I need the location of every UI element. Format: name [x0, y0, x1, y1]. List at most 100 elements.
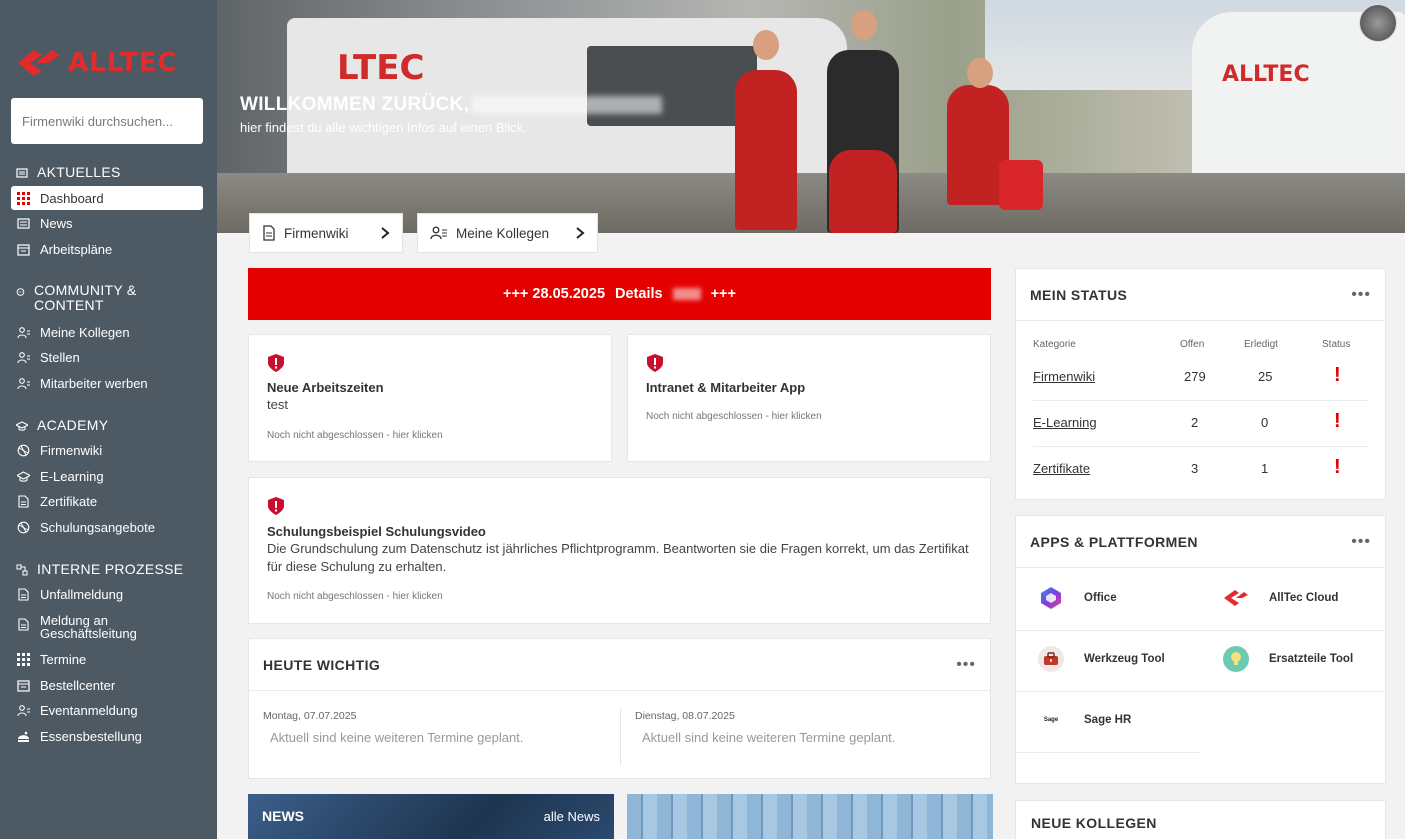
more-options-icon[interactable]: ••• — [956, 656, 976, 674]
task-status-link[interactable]: Noch nicht abgeschlossen - hier klicken — [267, 591, 443, 602]
task-description: Die Grundschulung zum Datenschutz ist jä… — [267, 541, 969, 574]
welcome-title: WILLKOMMEN ZURÜCK, — [240, 94, 470, 115]
users-icon — [17, 326, 30, 338]
task-card[interactable]: Schulungsbeispiel Schulungsvideo Die Gru… — [248, 477, 991, 624]
section-title: INTERNE PROZESSE — [37, 561, 184, 577]
sidebar-item-label: Meine Kollegen — [40, 324, 130, 340]
grid-icon — [17, 652, 30, 666]
meine-kollegen-button[interactable]: Meine Kollegen — [417, 213, 598, 253]
graduation-icon — [16, 421, 28, 431]
col-header-status: Status — [1322, 339, 1351, 350]
hero-person — [829, 150, 897, 233]
chevron-right-icon — [576, 227, 585, 239]
section-academy: ACADEMY — [16, 417, 108, 433]
lightbulb-icon — [1223, 646, 1249, 672]
users-icon — [17, 704, 30, 716]
sidebar-item-firmenwiki[interactable]: Firmenwiki — [11, 438, 203, 462]
status-link-e-learning[interactable]: E-Learning — [1033, 415, 1097, 430]
sage-icon: Sage — [1038, 707, 1064, 733]
announcement-banner[interactable]: +++ 28.05.2025 Details +++ — [248, 268, 991, 320]
globe-icon — [17, 444, 30, 456]
task-description: test — [267, 397, 288, 412]
sidebar-item-mitarbeiter-werben[interactable]: Mitarbeiter werben — [11, 371, 203, 395]
sidebar-item-bestellcenter[interactable]: Bestellcenter — [11, 673, 203, 697]
card-header: MEIN STATUS ••• — [1016, 269, 1385, 321]
newspaper-icon — [16, 168, 28, 178]
alltec-logo[interactable]: ALLTEC — [16, 46, 178, 80]
day-message: Aktuell sind keine weiteren Termine gepl… — [642, 730, 896, 745]
calendar-icon — [17, 679, 30, 692]
app-label: Ersatzteile Tool — [1269, 653, 1354, 665]
food-icon — [18, 731, 29, 742]
task-card[interactable]: Intranet & Mitarbeiter App Noch nicht ab… — [627, 334, 991, 462]
firmenwiki-button[interactable]: Firmenwiki — [249, 213, 403, 253]
col-header-kategorie: Kategorie — [1033, 339, 1076, 350]
warning-shield-icon — [268, 354, 284, 372]
status-alert-icon: ! — [1334, 456, 1341, 478]
sidebar-item-dashboard[interactable]: Dashboard — [11, 186, 203, 210]
sidebar-item-news[interactable]: News — [11, 211, 203, 235]
alltec-logo-icon — [18, 50, 60, 76]
sidebar-item-label: Arbeitspläne — [40, 241, 113, 257]
hero-toolbox — [999, 160, 1043, 210]
announcement-details: Details — [615, 286, 663, 302]
mein-status-card: MEIN STATUS ••• Kategorie Offen Erledigt… — [1015, 268, 1386, 500]
sidebar-item-meldung-geschaeftsleitung[interactable]: Meldung an Geschäftsleitung — [11, 613, 203, 645]
more-options-icon[interactable]: ••• — [1351, 533, 1371, 551]
app-ersatzteile-tool[interactable]: Ersatzteile Tool — [1223, 646, 1353, 672]
sidebar-item-label: Eventanmeldung — [40, 702, 138, 718]
app-divider — [1016, 630, 1387, 631]
sidebar: ALLTEC AKTUELLES Dashboard News Arbeitsp… — [0, 0, 217, 839]
sidebar-item-stellen[interactable]: Stellen — [11, 345, 203, 369]
sidebar-item-label: Firmenwiki — [40, 442, 103, 458]
card-header: HEUTE WICHTIG ••• — [249, 639, 990, 691]
sidebar-item-schulungsangebote[interactable]: Schulungsangebote — [11, 515, 203, 539]
app-label: Sage HR — [1084, 714, 1132, 726]
hero-person — [735, 70, 797, 230]
status-link-firmenwiki[interactable]: Firmenwiki — [1033, 369, 1095, 384]
section-title: ACADEMY — [37, 417, 109, 433]
sidebar-item-label: Essensbestellung — [40, 728, 142, 744]
all-news-link[interactable]: alle News — [544, 809, 600, 824]
sidebar-item-label: E-Learning — [40, 468, 104, 484]
users-icon — [17, 377, 30, 389]
app-werkzeug-tool[interactable]: Werkzeug Tool — [1038, 646, 1165, 672]
app-sage-hr[interactable]: Sage Sage HR — [1038, 707, 1131, 733]
section-interne-prozesse: INTERNE PROZESSE — [16, 561, 183, 577]
card-title: HEUTE WICHTIG — [263, 656, 381, 673]
status-link-zertifikate[interactable]: Zertifikate — [1033, 461, 1090, 476]
hero-banner: LTEC ALLTEC WILLKOMMEN ZURÜCK, hier find… — [217, 0, 1405, 233]
card-header: APPS & PLATTFORMEN ••• — [1016, 516, 1385, 568]
search-input[interactable] — [11, 98, 203, 144]
row-divider — [1033, 400, 1369, 401]
news-image[interactable]: NEWS alle News — [248, 794, 614, 839]
status-offen: 279 — [1184, 369, 1206, 384]
sidebar-item-eventanmeldung[interactable]: Eventanmeldung — [11, 698, 203, 722]
sidebar-item-unfallmeldung[interactable]: Unfallmeldung — [11, 582, 203, 606]
announcement-end: +++ — [710, 286, 736, 302]
more-options-icon[interactable]: ••• — [1351, 286, 1371, 304]
document-icon — [18, 618, 29, 631]
app-divider — [1016, 752, 1201, 753]
sidebar-item-arbeitsplaene[interactable]: Arbeitspläne — [11, 237, 203, 261]
alltec-cloud-icon — [1223, 585, 1249, 611]
status-erledigt: 25 — [1258, 369, 1273, 384]
sidebar-item-meine-kollegen[interactable]: Meine Kollegen — [11, 320, 203, 344]
status-alert-icon: ! — [1334, 410, 1341, 432]
building-image[interactable] — [627, 794, 993, 839]
sidebar-item-label: Zertifikate — [40, 493, 98, 509]
app-office[interactable]: Office — [1038, 585, 1117, 611]
user-avatar[interactable] — [1359, 4, 1397, 42]
sidebar-item-termine[interactable]: Termine — [11, 647, 203, 671]
blurred-username — [472, 96, 662, 114]
process-icon — [16, 564, 28, 576]
app-alltec-cloud[interactable]: AllTec Cloud — [1223, 585, 1338, 611]
sidebar-item-essensbestellung[interactable]: Essensbestellung — [11, 724, 203, 748]
task-status-link[interactable]: Noch nicht abgeschlossen - hier klicken — [267, 430, 443, 441]
task-status-link[interactable]: Noch nicht abgeschlossen - hier klicken — [646, 411, 822, 422]
calendar-icon — [17, 243, 30, 256]
task-card[interactable]: Neue Arbeitszeiten test Noch nicht abges… — [248, 334, 612, 462]
sidebar-item-zertifikate[interactable]: Zertifikate — [11, 489, 203, 513]
sidebar-item-e-learning[interactable]: E-Learning — [11, 464, 203, 488]
sidebar-item-label: Schulungsangebote — [40, 519, 155, 535]
